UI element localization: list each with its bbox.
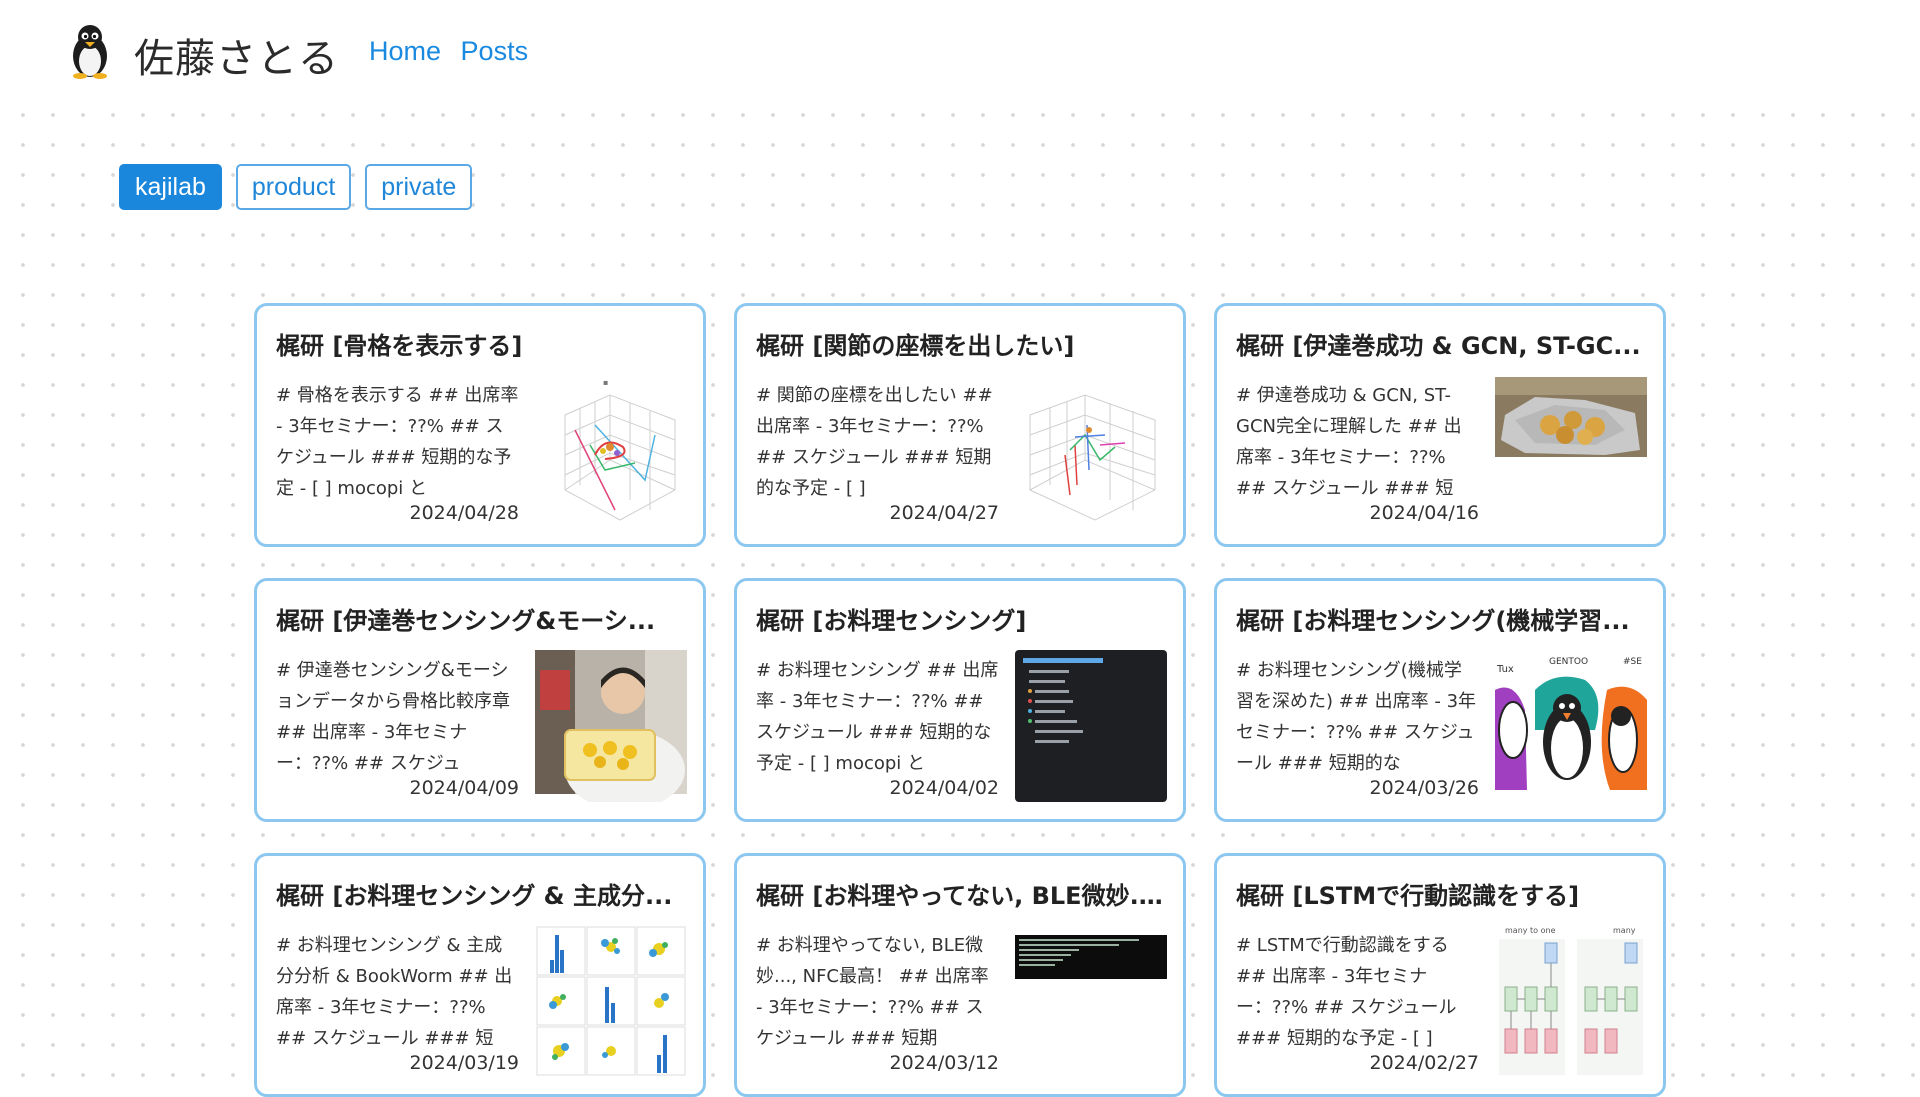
post-card[interactable]: 梶研 [LSTMで行動認識をする] # LSTMで行動認識をする ## 出席率 … — [1214, 853, 1666, 1097]
lstm-diagram-image: many to one many — [1495, 925, 1647, 1077]
thumb-gentoo-label: GENTOO — [1549, 657, 1588, 667]
post-excerpt: # LSTMで行動認識をする ## 出席率 - 3年セミナー：??% ## スケ… — [1236, 935, 1457, 1049]
post-card[interactable]: 梶研 [関節の座標を出したい] # 関節の座標を出したい ## 出席率 - 3年… — [734, 303, 1186, 547]
post-date: 2024/04/27 — [889, 502, 999, 524]
post-title: 梶研 [お料理やってない, BLE微妙.... — [756, 882, 1166, 910]
nav-home-link[interactable]: Home — [369, 36, 441, 66]
post-card[interactable]: 梶研 [お料理やってない, BLE微妙.... # お料理やってない, BLE微… — [734, 853, 1186, 1097]
post-excerpt: # お料理センシング ## 出席率 - 3年セミナー：??% ## スケジュール… — [756, 660, 999, 774]
post-card[interactable]: 梶研 [伊達巻センシング&モーシ... # 伊達巻センシング&モーションデータか… — [254, 578, 706, 822]
post-excerpt: # 伊達巻センシング&モーションデータから骨格比較序章 ## 出席率 - 3年セ… — [276, 660, 510, 774]
post-card[interactable]: 梶研 [お料理センシング(機械学習... # お料理センシング(機械学習を深めた… — [1214, 578, 1666, 822]
thumb-tux-label: Tux — [1496, 664, 1514, 675]
tag-product-button[interactable]: product — [235, 164, 352, 210]
post-excerpt: # お料理センシング(機械学習を深めた) ## 出席率 - 3年セミナー：??%… — [1236, 660, 1477, 774]
post-grid: 梶研 [骨格を表示する] # 骨格を表示する ## 出席率 - 3年セミナー：?… — [254, 303, 1666, 1097]
person-photo-image — [535, 650, 687, 802]
post-title: 梶研 [LSTMで行動認識をする] — [1236, 882, 1580, 910]
thumb-lstm-right-label: many — [1613, 926, 1636, 935]
penguin-illustration-image: Tux GENTOO #SE — [1495, 650, 1647, 802]
post-date: 2024/04/16 — [1369, 502, 1479, 524]
post-date: 2024/04/09 — [409, 777, 519, 799]
terminal-screenshot-image — [1015, 925, 1167, 1077]
tag-private-button[interactable]: private — [365, 164, 473, 210]
post-card[interactable]: 梶研 [骨格を表示する] # 骨格を表示する ## 出席率 - 3年セミナー：?… — [254, 303, 706, 547]
post-card[interactable]: 梶研 [お料理センシング & 主成分... # お料理センシング & 主成分分析… — [254, 853, 706, 1097]
main-nav: Home Posts — [369, 36, 540, 67]
nav-posts-link[interactable]: Posts — [461, 36, 529, 66]
post-title: 梶研 [お料理センシング] — [756, 607, 1027, 635]
post-title: 梶研 [関節の座標を出したい] — [756, 332, 1075, 360]
post-excerpt: # お料理センシング & 主成分分析 & BookWorm ## 出席率 - 3… — [276, 935, 513, 1049]
post-date: 2024/02/27 — [1369, 1052, 1479, 1074]
post-card[interactable]: 梶研 [伊達巻成功 & GCN, ST-GC... # 伊達巻成功 & GCN,… — [1214, 303, 1666, 547]
post-title: 梶研 [骨格を表示する] — [276, 332, 523, 360]
thumb-lstm-left-label: many to one — [1505, 926, 1556, 935]
post-excerpt: # 関節の座標を出したい ## 出席率 - 3年セミナー：??% ## スケジュ… — [756, 385, 993, 499]
thumb-se-label: #SE — [1623, 657, 1642, 667]
post-excerpt: # お料理やってない, BLE微妙..., NFC最高！ ## 出席率 - 3年… — [756, 935, 989, 1049]
post-date: 2024/03/19 — [409, 1052, 519, 1074]
post-title: 梶研 [お料理センシング(機械学習... — [1236, 607, 1630, 635]
code-editor-image — [1015, 650, 1167, 802]
post-date: 2024/04/28 — [409, 502, 519, 524]
post-date: 2024/03/12 — [889, 1052, 999, 1074]
post-title: 梶研 [伊達巻成功 & GCN, ST-GC... — [1236, 332, 1641, 360]
post-title: 梶研 [お料理センシング & 主成分... — [276, 882, 673, 910]
pairplot-image — [535, 925, 687, 1077]
post-date: 2024/03/26 — [1369, 777, 1479, 799]
tag-filter-bar: kajilab product private — [119, 164, 473, 210]
post-date: 2024/04/02 — [889, 777, 999, 799]
3d-joint-plot-image — [1015, 375, 1167, 527]
tag-kajilab-button[interactable]: kajilab — [119, 164, 222, 210]
svg-text:▪: ▪ — [603, 378, 608, 387]
site-title[interactable]: 佐藤さとる — [134, 26, 339, 84]
post-card[interactable]: 梶研 [お料理センシング] # お料理センシング ## 出席率 - 3年セミナー… — [734, 578, 1186, 822]
post-excerpt: # 伊達巻成功 & GCN, ST-GCN完全に理解した ## 出席率 - 3年… — [1236, 385, 1462, 499]
3d-skeleton-plot-image: ▪ — [535, 375, 687, 527]
site-header: 佐藤さとる Home Posts — [0, 0, 1920, 100]
food-photo-image — [1495, 375, 1647, 527]
penguin-logo-icon[interactable] — [64, 22, 116, 80]
post-excerpt: # 骨格を表示する ## 出席率 - 3年セミナー：??% ## スケジュール … — [276, 385, 519, 499]
post-title: 梶研 [伊達巻センシング&モーシ... — [276, 607, 656, 635]
